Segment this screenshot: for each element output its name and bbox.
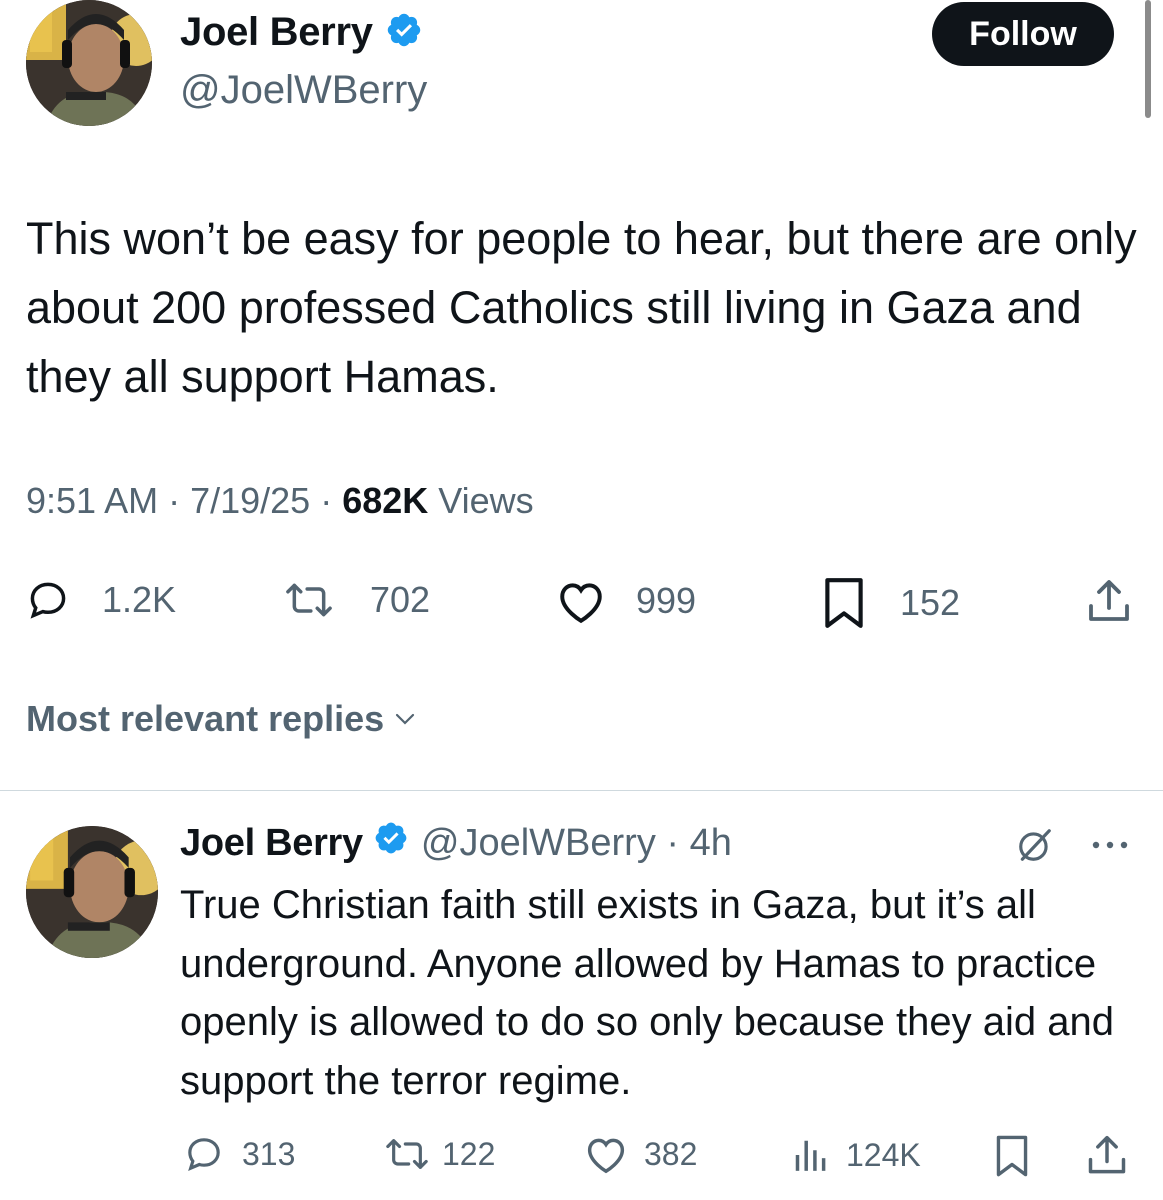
reply-bookmark-button[interactable]: [994, 1134, 1030, 1178]
divider: [0, 790, 1163, 791]
meta-separator: ·: [158, 480, 191, 521]
bookmark-icon: [825, 578, 863, 628]
reply-views-button[interactable]: 124K: [790, 1136, 921, 1174]
tweet-meta: 9:51 AM · 7/19/25 · 682K Views: [26, 480, 534, 522]
verified-badge-icon: [373, 820, 409, 866]
replies-sort-label: Most relevant replies: [26, 698, 385, 739]
reply-share-button[interactable]: [1084, 1134, 1130, 1178]
reply-header: Joel Berry @JoelWBerry · 4h: [180, 820, 732, 866]
bookmark-button[interactable]: 152: [822, 576, 960, 630]
author-name[interactable]: Joel Berry: [180, 10, 373, 55]
reply-icon: [188, 1138, 220, 1171]
like-button[interactable]: 999: [556, 578, 696, 624]
reply-count: 1.2K: [102, 579, 177, 620]
author-handle[interactable]: @JoelWBerry: [180, 68, 427, 113]
bookmark-icon: [996, 1135, 1028, 1177]
tweet-date[interactable]: 7/19/25: [190, 480, 310, 521]
repost-button[interactable]: 702: [284, 578, 430, 622]
bookmark-count: 152: [900, 582, 961, 623]
reply-repost-count: 122: [442, 1135, 496, 1172]
reply-icon: [30, 582, 66, 619]
reply-text: True Christian faith still exists in Gaz…: [180, 883, 1114, 1103]
reply-like-count: 382: [644, 1135, 698, 1172]
like-icon: [560, 583, 602, 624]
repost-count: 702: [370, 579, 431, 620]
views-count: 682K: [342, 480, 429, 521]
meta-separator: ·: [655, 821, 690, 864]
reply-handle[interactable]: @JoelWBerry: [421, 822, 656, 865]
chevron-down-icon: [396, 713, 415, 725]
like-icon: [587, 1138, 625, 1174]
verified-badge-icon: [385, 11, 423, 54]
share-icon: [1089, 580, 1129, 621]
reply-reply-button[interactable]: 313: [184, 1134, 295, 1174]
reply-author-name[interactable]: Joel Berry: [180, 822, 363, 865]
repost-icon: [386, 1139, 428, 1169]
avatar-photo: [26, 0, 152, 126]
more-icon[interactable]: [1088, 838, 1132, 857]
meta-separator: ·: [310, 480, 343, 521]
repost-icon: [286, 583, 332, 617]
author-name-row: Joel Berry: [180, 10, 423, 55]
tweet-text: This won’t be easy for people to hear, b…: [26, 213, 1137, 402]
reply-like-button[interactable]: 382: [584, 1134, 697, 1174]
reply-age[interactable]: 4h: [690, 822, 732, 865]
scrollbar[interactable]: [1145, 0, 1151, 118]
follow-button[interactable]: Follow: [932, 2, 1114, 66]
author-avatar[interactable]: [26, 0, 152, 126]
reply-author-avatar[interactable]: [26, 826, 158, 958]
views-icon: [795, 1140, 826, 1171]
like-count: 999: [636, 580, 697, 621]
replies-sort-dropdown[interactable]: Most relevant replies: [26, 698, 420, 740]
reply-repost-button[interactable]: 122: [384, 1134, 495, 1174]
grok-icon[interactable]: [1016, 826, 1054, 869]
reply-button[interactable]: 1.2K: [26, 578, 176, 622]
share-button[interactable]: [1084, 578, 1134, 626]
tweet-time[interactable]: 9:51 AM: [26, 480, 158, 521]
reply-views-count: 124K: [846, 1136, 921, 1173]
views-label: Views: [438, 480, 534, 521]
share-icon: [1088, 1135, 1126, 1174]
avatar-photo: [26, 826, 158, 958]
reply-reply-count: 313: [242, 1135, 296, 1172]
